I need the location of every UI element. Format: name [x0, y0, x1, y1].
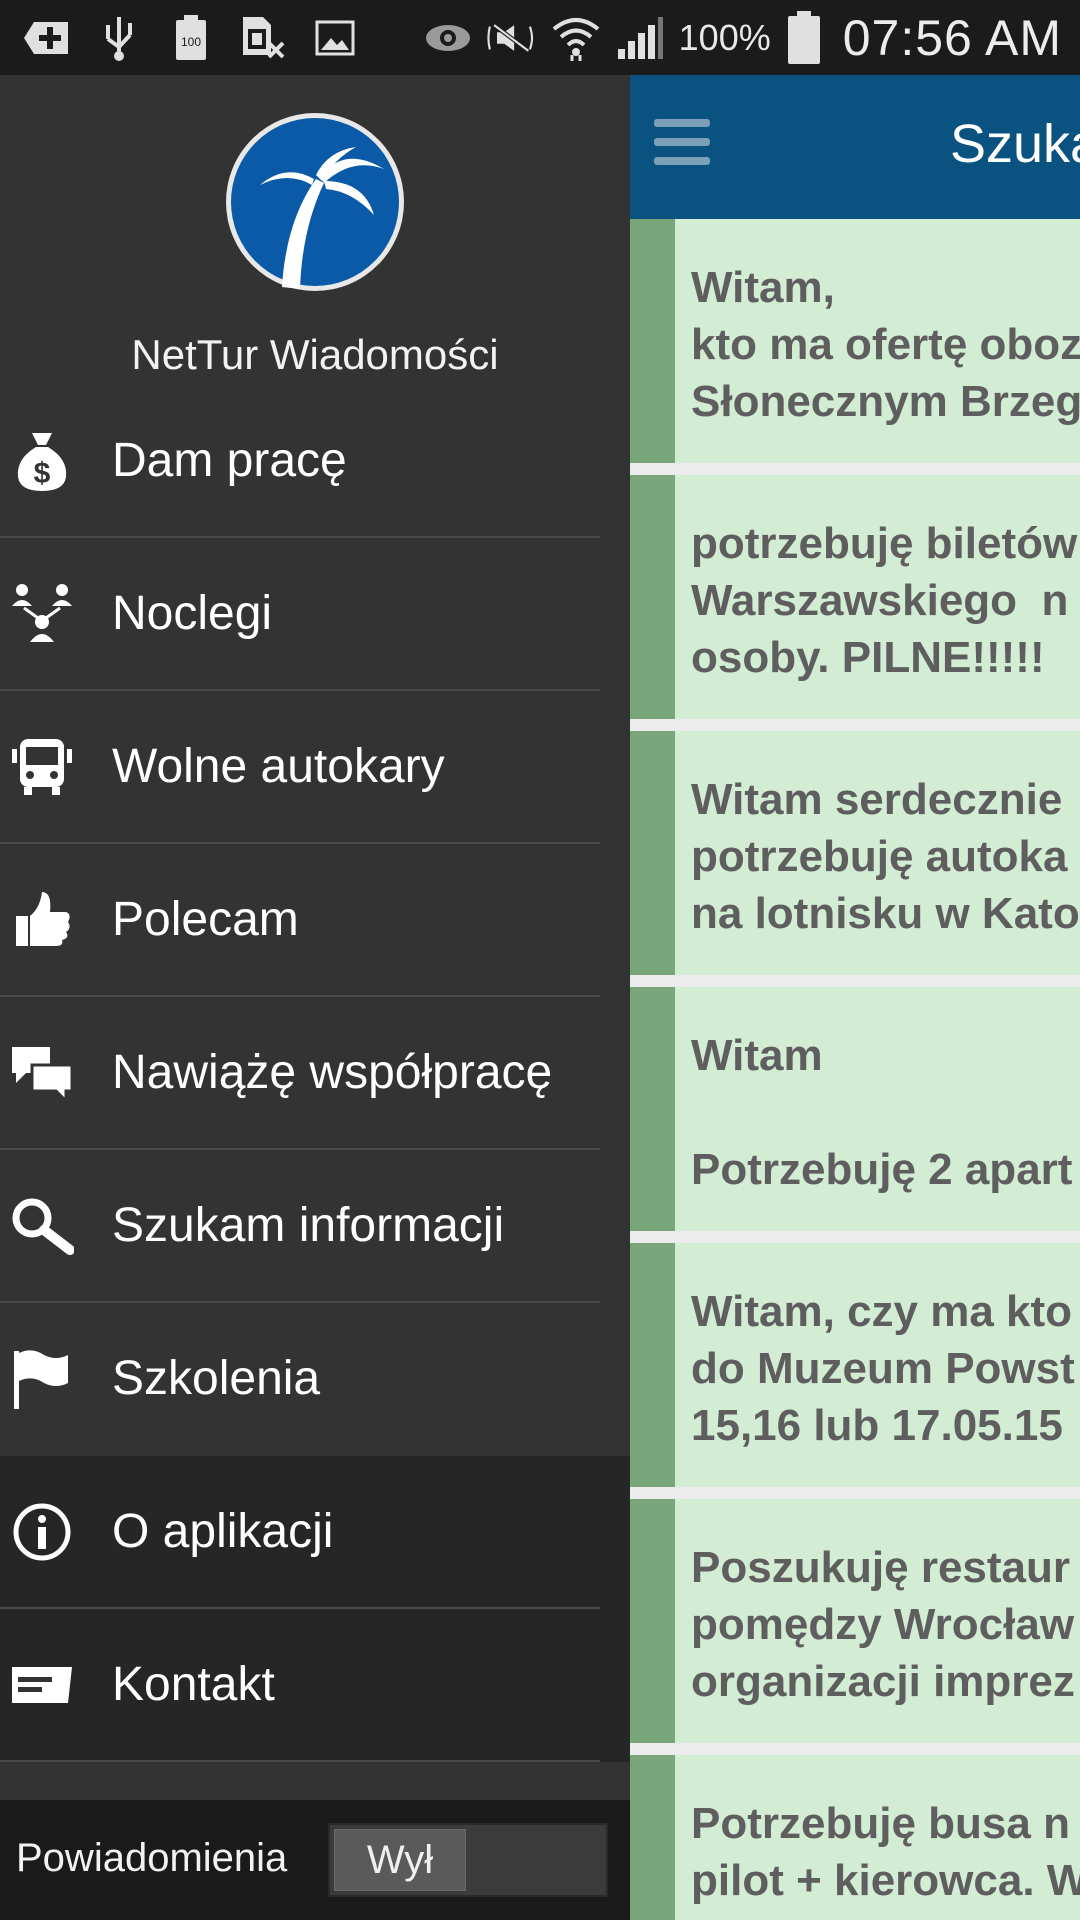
search-icon — [10, 1194, 75, 1258]
menu-item-szukam-informacji[interactable]: Szukam informacji — [0, 1150, 630, 1303]
money-bag-icon: $ — [10, 429, 74, 493]
message-card[interactable]: Witam, czy ma kto do Muzeum Powst 15,16 … — [630, 1243, 1080, 1487]
message-accent-bar — [630, 731, 675, 975]
message-text: Poszukuję restaur pomędzy Wrocław organi… — [691, 1543, 1075, 1706]
message-card[interactable]: Witam Potrzebuję 2 apart — [630, 987, 1080, 1231]
message-card[interactable]: Witam serdecznie potrzebuję autoka na lo… — [630, 731, 1080, 975]
notifications-toggle[interactable]: Wył — [328, 1823, 608, 1897]
svg-text:100: 100 — [181, 35, 201, 49]
wifi-icon — [551, 15, 601, 61]
usb-icon — [94, 15, 144, 61]
message-text: Witam Potrzebuję 2 apart — [691, 1031, 1073, 1194]
menu-item-noclegi[interactable]: Noclegi — [0, 538, 630, 691]
menu-item-o-aplikacji[interactable]: O aplikacji — [0, 1456, 630, 1609]
message-accent-bar — [630, 1243, 675, 1487]
menu-item-kontakt[interactable]: Kontakt — [0, 1609, 630, 1762]
message-text: Witam, czy ma kto do Muzeum Powst 15,16 … — [691, 1287, 1075, 1450]
menu-item-label: Szukam informacji — [112, 1199, 505, 1252]
info-icon — [10, 1500, 74, 1564]
main-content: Szuka Witam, kto ma ofertę oboz Słoneczn… — [630, 75, 1080, 1920]
message-accent-bar — [630, 987, 675, 1231]
message-list: Witam, kto ma ofertę oboz Słonecznym Brz… — [630, 219, 1080, 1920]
add-notification-icon — [22, 15, 72, 61]
message-card[interactable]: Potrzebuję busa n pilot + kierowca. W Am… — [630, 1755, 1080, 1920]
bus-icon — [10, 735, 74, 799]
chat-bubbles-icon — [10, 1041, 74, 1105]
menu-item-polecam[interactable]: Polecam — [0, 844, 630, 997]
contact-card-icon — [10, 1653, 74, 1717]
menu-item-szkolenia[interactable]: Szkolenia — [0, 1303, 630, 1456]
message-text: Witam, kto ma ofertę oboz Słonecznym Brz… — [691, 263, 1080, 426]
divider — [0, 1760, 600, 1762]
app-toolbar: Szuka — [630, 75, 1080, 219]
menu-item-label: Dam pracę — [112, 434, 347, 487]
signal-icon — [615, 15, 665, 61]
hamburger-menu-icon[interactable] — [654, 119, 710, 175]
menu-item-label: Wolne autokary — [112, 740, 445, 793]
menu-item-wolne-autokary[interactable]: Wolne autokary — [0, 691, 630, 844]
mute-vibrate-icon — [487, 15, 537, 61]
eye-icon — [423, 15, 473, 61]
navigation-drawer: NetTur Wiadomości $ Dam pracę Noclegi Wo… — [0, 75, 630, 1920]
svg-text:$: $ — [34, 457, 51, 490]
menu-item-label: Kontakt — [112, 1658, 275, 1711]
message-text: Witam serdecznie potrzebuję autoka na lo… — [691, 775, 1080, 938]
thumbs-up-icon — [10, 888, 74, 952]
message-accent-bar — [630, 1755, 675, 1920]
toolbar-title: Szuka — [950, 114, 1080, 174]
status-bar: 100 100% 07:56 AM — [0, 0, 1080, 75]
drawer-menu: $ Dam pracę Noclegi Wolne autokary Polec… — [0, 385, 630, 1762]
app-logo-palm-icon — [224, 111, 406, 293]
message-text: Potrzebuję busa n pilot + kierowca. W Am… — [691, 1799, 1080, 1920]
message-card[interactable]: Witam, kto ma ofertę oboz Słonecznym Brz… — [630, 219, 1080, 463]
menu-item-label: Noclegi — [112, 587, 273, 640]
battery-icon — [785, 10, 823, 64]
menu-item-label: Nawiążę współpracę — [112, 1046, 553, 1099]
clock: 07:56 AM — [842, 9, 1062, 66]
sim-off-icon — [238, 15, 288, 61]
message-accent-bar — [630, 219, 675, 463]
battery-percent: 100% — [678, 16, 771, 58]
battery-100-icon: 100 — [166, 14, 216, 61]
message-accent-bar — [630, 1499, 675, 1743]
menu-item-dam-prace[interactable]: $ Dam pracę — [0, 385, 630, 538]
message-accent-bar — [630, 475, 675, 719]
drawer-header: NetTur Wiadomości — [0, 75, 630, 415]
flag-icon — [10, 1347, 74, 1411]
notifications-row: Powiadomienia Wył — [0, 1800, 630, 1920]
toggle-thumb: Wył — [334, 1829, 466, 1891]
message-text: potrzebuję biletów Warszawskiego n osoby… — [691, 519, 1078, 682]
message-card[interactable]: potrzebuję biletów Warszawskiego n osoby… — [630, 475, 1080, 719]
app-name: NetTur Wiadomości — [131, 331, 499, 378]
image-icon — [310, 15, 360, 61]
menu-item-label: Szkolenia — [112, 1352, 321, 1405]
notifications-label: Powiadomienia — [16, 1836, 288, 1880]
menu-item-label: O aplikacji — [112, 1505, 334, 1558]
menu-item-nawiaze-wspolprace[interactable]: Nawiążę współpracę — [0, 997, 630, 1150]
menu-item-label: Polecam — [112, 893, 299, 946]
people-icon — [10, 582, 74, 646]
message-card[interactable]: Poszukuję restaur pomędzy Wrocław organi… — [630, 1499, 1080, 1743]
